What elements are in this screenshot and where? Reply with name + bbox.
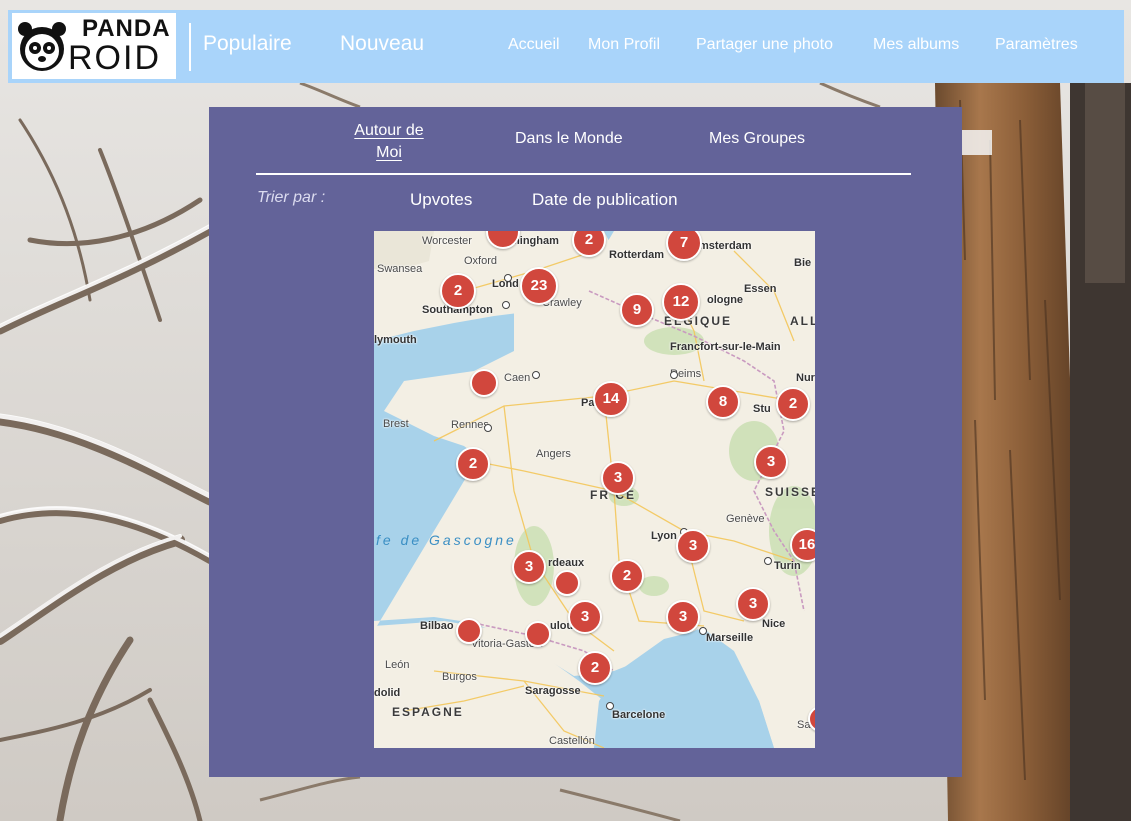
map-cluster-marker[interactable]: 2: [456, 447, 490, 481]
pandaroid-logo[interactable]: PANDA ROID: [12, 13, 176, 79]
city-valladolid: dolid: [374, 687, 401, 699]
country-espagne: ESPAGNE: [392, 705, 464, 719]
tab-mes-groupes[interactable]: Mes Groupes: [709, 130, 805, 148]
nav-nouveau[interactable]: Nouveau: [340, 32, 424, 56]
city-burgos: Burgos: [442, 671, 477, 683]
map-cluster-marker[interactable]: 3: [736, 587, 770, 621]
city-leon: León: [385, 659, 410, 671]
city-swansea: Swansea: [377, 263, 423, 275]
tab-autour-de-moi[interactable]: Autour de Moi: [349, 120, 429, 164]
city-oxford: Oxford: [464, 255, 498, 267]
city-bielefeld: Bie: [794, 257, 812, 269]
map-cluster-marker[interactable]: 8: [706, 385, 740, 419]
map-cluster-marker[interactable]: 2: [578, 651, 612, 685]
map-cluster-marker[interactable]: [456, 618, 482, 644]
city-nice: Nice: [762, 618, 786, 630]
map-cluster-marker[interactable]: [470, 369, 498, 397]
city-amsterdam: msterdam: [699, 240, 752, 252]
city-dot: [606, 702, 614, 710]
tab-label-line2: Moi: [376, 144, 402, 161]
logo-text-roid: ROID: [68, 39, 161, 77]
city-dot: [502, 301, 510, 309]
photo-map[interactable]: Worcester mingham Oxford Swansea Lond Cr…: [374, 231, 815, 748]
map-cluster-marker[interactable]: 3: [601, 461, 635, 495]
map-cluster-marker[interactable]: 3: [676, 529, 710, 563]
nav-populaire[interactable]: Populaire: [203, 32, 292, 56]
city-dot: [699, 627, 707, 635]
tabs-divider: [256, 173, 911, 175]
city-angers: Angers: [536, 448, 571, 460]
sort-date-publication[interactable]: Date de publication: [532, 190, 678, 210]
city-dot: [670, 371, 678, 379]
map-cluster-marker[interactable]: 14: [593, 381, 629, 417]
city-dot: [504, 274, 512, 282]
map-cluster-marker[interactable]: 3: [512, 550, 546, 584]
city-frankfurt: Francfort-sur-le-Main: [670, 341, 781, 353]
map-cluster-marker[interactable]: [525, 621, 551, 647]
city-caen: Caen: [504, 372, 531, 384]
map-cluster-marker[interactable]: 2: [610, 559, 644, 593]
city-saragosse: Saragosse: [525, 685, 581, 697]
city-bilbao: Bilbao: [420, 620, 454, 632]
city-dot: [532, 371, 540, 379]
nav-parametres[interactable]: Paramètres: [995, 36, 1078, 54]
map-cluster-marker[interactable]: 2: [776, 387, 810, 421]
city-barcelone: Barcelone: [612, 709, 666, 721]
city-dot: [484, 424, 492, 432]
map-cluster-marker[interactable]: 3: [754, 445, 788, 479]
nav-mon-profil[interactable]: Mon Profil: [588, 36, 660, 54]
city-dot: [764, 557, 772, 565]
header-divider: [189, 23, 191, 71]
top-navbar: PANDA ROID Populaire Nouveau Accueil Mon…: [8, 10, 1124, 83]
map-cluster-marker[interactable]: 9: [620, 293, 654, 327]
map-cluster-marker[interactable]: 3: [568, 600, 602, 634]
city-castellon: Castellón: [549, 735, 595, 747]
nav-accueil[interactable]: Accueil: [508, 36, 560, 54]
city-stuttgart: Stu: [753, 403, 771, 415]
city-plymouth: lymouth: [374, 334, 417, 346]
city-worcester: Worcester: [422, 235, 472, 247]
tab-label-line1: Autour de: [354, 122, 424, 139]
city-geneve: Genève: [726, 513, 765, 525]
panda-icon: [18, 22, 66, 71]
nav-partager-photo[interactable]: Partager une photo: [696, 36, 833, 54]
city-rotterdam: Rotterdam: [609, 249, 665, 261]
map-cluster-marker[interactable]: 3: [666, 600, 700, 634]
city-lyon: Lyon: [651, 530, 677, 542]
sea-golfe-gascogne: fe de Gascogne: [376, 532, 517, 548]
city-nuremberg: Nur: [796, 372, 815, 384]
city-marseille: Marseille: [706, 632, 754, 644]
country-allemagne: ALL: [790, 314, 815, 328]
city-cologne: ologne: [707, 294, 744, 306]
sort-upvotes[interactable]: Upvotes: [410, 190, 472, 210]
city-brest: Brest: [383, 418, 409, 430]
sort-label: Trier par :: [257, 189, 326, 206]
city-essen: Essen: [744, 283, 777, 295]
city-turin: Turin: [774, 560, 801, 572]
map-cluster-marker[interactable]: 23: [520, 267, 558, 305]
tab-dans-le-monde[interactable]: Dans le Monde: [515, 130, 623, 148]
map-cluster-marker[interactable]: 2: [440, 273, 476, 309]
content-panel: Autour de Moi Dans le Monde Mes Groupes …: [209, 107, 962, 777]
country-suisse: SUISSE: [765, 485, 815, 499]
city-bordeaux: rdeaux: [548, 557, 585, 569]
map-cluster-marker[interactable]: 12: [662, 283, 700, 321]
map-cluster-marker[interactable]: [554, 570, 580, 596]
nav-mes-albums[interactable]: Mes albums: [873, 36, 959, 54]
